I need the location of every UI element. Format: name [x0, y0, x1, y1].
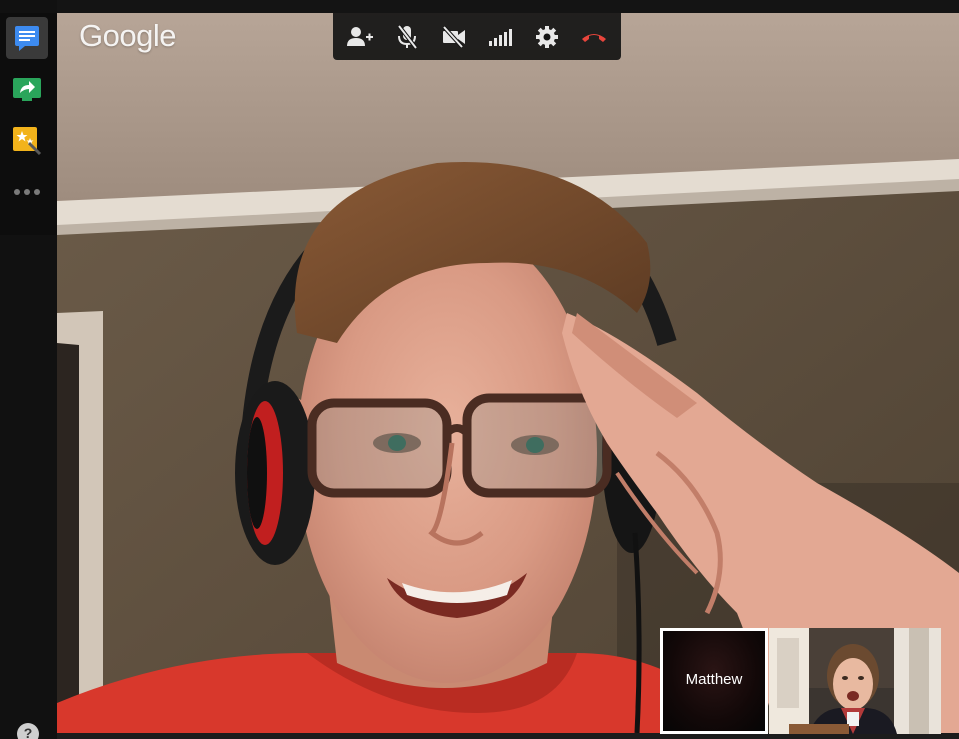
- self-view-tile[interactable]: [769, 628, 941, 734]
- gear-icon: [535, 25, 559, 49]
- hangouts-call-window: Google ? Matthew: [0, 0, 959, 739]
- add-person-icon: [347, 26, 374, 48]
- settings-button[interactable]: [527, 17, 567, 57]
- top-strip: [0, 0, 959, 13]
- mute-microphone-button[interactable]: [387, 17, 427, 57]
- microphone-off-icon: [396, 24, 418, 50]
- main-video-feed: [57, 13, 959, 733]
- sidebar-item-screenshare[interactable]: [6, 68, 48, 110]
- participant-name: Matthew: [685, 671, 743, 688]
- effects-icon: [12, 126, 42, 156]
- participant-tile[interactable]: Matthew: [660, 628, 768, 734]
- turn-off-camera-button[interactable]: [434, 17, 474, 57]
- more-dots-icon: [13, 188, 41, 196]
- screenshare-icon: [12, 75, 42, 103]
- sidebar-item-chat[interactable]: [6, 17, 48, 59]
- google-logo: Google: [79, 18, 176, 53]
- bandwidth-button[interactable]: [480, 17, 520, 57]
- hang-up-button[interactable]: [574, 17, 614, 57]
- self-view-video: [769, 628, 941, 734]
- signal-bars-icon: [488, 28, 513, 46]
- left-sidebar: ?: [0, 0, 57, 739]
- sidebar-item-more[interactable]: [6, 171, 48, 213]
- hang-up-icon: [581, 31, 607, 43]
- help-button[interactable]: ?: [17, 723, 39, 739]
- sidebar-item-effects[interactable]: [6, 120, 48, 162]
- camera-off-icon: [441, 25, 467, 48]
- chat-icon: [13, 24, 41, 52]
- call-toolbar: [333, 13, 621, 60]
- invite-people-button[interactable]: [340, 17, 380, 57]
